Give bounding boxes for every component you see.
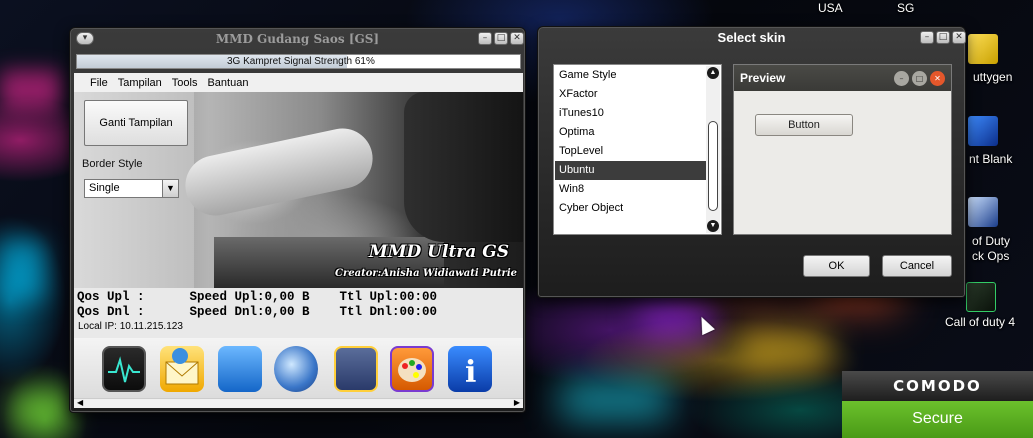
- skin-list[interactable]: Game Style XFactor iTunes10 Optima TopLe…: [553, 64, 722, 235]
- close-icon[interactable]: ✕: [510, 32, 524, 45]
- mmd-title: MMD Gudang Saos [GS]: [215, 32, 380, 46]
- upload-stats: Qos Upl : Speed Upl:0,00 B Ttl Upl:00:00: [77, 290, 438, 304]
- mmd-window: MMD Gudang Saos [GS] ▾ – □ ✕ 3G Kampret …: [69, 27, 526, 413]
- desktop-label-cod4[interactable]: Call of duty 4: [945, 315, 1015, 329]
- scroll-right-icon[interactable]: ▶: [514, 398, 520, 407]
- ok-button[interactable]: OK: [803, 255, 870, 277]
- ganti-tampilan-button[interactable]: Ganti Tampilan: [84, 100, 188, 146]
- preview-close-icon: ✕: [930, 71, 945, 86]
- background-photo: Ganti Tampilan Border Style Single ▼ MMD…: [74, 92, 523, 288]
- preview-sample-button[interactable]: Button: [755, 114, 853, 136]
- minimize-icon[interactable]: –: [478, 32, 492, 45]
- desktop-label-puttygen[interactable]: uttygen: [973, 70, 1012, 84]
- preview-maximize-icon: □: [912, 71, 927, 86]
- skin-item-xfactor[interactable]: XFactor: [555, 85, 706, 104]
- scroll-up-icon[interactable]: ▲: [707, 67, 719, 79]
- dock-scrollbar[interactable]: ◀ ▶: [74, 398, 523, 408]
- comodo-status: Secure: [842, 401, 1033, 438]
- black-ops-icon[interactable]: [968, 197, 998, 227]
- skin-item-win8[interactable]: Win8: [555, 180, 706, 199]
- network-globe-icon[interactable]: [274, 346, 318, 392]
- preview-minimize-icon: –: [894, 71, 909, 86]
- menu-bar: File Tampilan Tools Bantuan: [74, 73, 523, 92]
- border-style-value: Single: [89, 182, 120, 194]
- palette-icon[interactable]: [390, 346, 434, 392]
- desktop-label-usa[interactable]: USA: [818, 1, 843, 15]
- skin-title: Select skin: [717, 30, 786, 45]
- puttygen-icon[interactable]: [968, 34, 998, 64]
- close-icon[interactable]: ✕: [952, 31, 966, 44]
- call-of-duty-4-icon[interactable]: [966, 282, 996, 312]
- wallpaper-glow: [0, 240, 45, 300]
- border-style-select[interactable]: Single ▼: [84, 179, 179, 198]
- local-ip: Local IP: 10.11.215.123: [78, 321, 183, 332]
- skin-item-ubuntu[interactable]: Ubuntu: [555, 161, 706, 180]
- minimize-icon[interactable]: –: [920, 31, 934, 44]
- menu-tools[interactable]: Tools: [172, 77, 198, 89]
- menu-tampilan[interactable]: Tampilan: [118, 77, 162, 89]
- desktop-label-point-blank[interactable]: nt Blank: [969, 152, 1012, 166]
- wallpaper-glow: [10, 390, 70, 430]
- desktop-label-sg[interactable]: SG: [897, 1, 914, 15]
- maximize-icon[interactable]: □: [494, 32, 508, 45]
- app-dock: i ◀ ▶: [74, 338, 523, 408]
- point-blank-icon[interactable]: [968, 116, 998, 146]
- download-stats: Qos Dnl : Speed Dnl:0,00 B Ttl Dnl:00:00: [77, 305, 438, 319]
- info-icon[interactable]: i: [448, 346, 492, 392]
- scroll-left-icon[interactable]: ◀: [77, 398, 83, 407]
- menu-bantuan[interactable]: Bantuan: [207, 77, 248, 89]
- skin-item-game-style[interactable]: Game Style: [555, 66, 706, 85]
- window-menu-icon[interactable]: ▾: [76, 32, 94, 45]
- skin-item-toplevel[interactable]: TopLevel: [555, 142, 706, 161]
- desktop-label-of-duty[interactable]: of Duty: [972, 234, 1010, 248]
- cancel-button[interactable]: Cancel: [882, 255, 952, 277]
- select-skin-window: Select skin – □ ✕ Game Style XFactor iTu…: [537, 26, 966, 298]
- skin-item-itunes10[interactable]: iTunes10: [555, 104, 706, 123]
- notepad-icon[interactable]: [218, 346, 262, 392]
- border-style-label: Border Style: [82, 158, 143, 170]
- connection-stats: Qos Upl : Speed Upl:0,00 B Ttl Upl:00:00…: [74, 288, 523, 338]
- sms-icon[interactable]: [160, 346, 204, 392]
- comodo-brand: COMODO: [842, 371, 1033, 401]
- wallpaper-glow: [740, 330, 830, 370]
- menu-file[interactable]: File: [90, 77, 108, 89]
- comodo-widget[interactable]: COMODO Secure: [842, 371, 1033, 438]
- signal-strength-bar: 3G Kampret Signal Strength 61%: [76, 54, 521, 69]
- scroll-thumb[interactable]: [708, 121, 718, 211]
- photo-figure: [404, 92, 523, 242]
- signal-strength-text: 3G Kampret Signal Strength 61%: [227, 56, 375, 67]
- brand-title: MMD Ultra GS: [368, 242, 509, 262]
- calculator-icon[interactable]: [334, 346, 378, 392]
- skin-item-optima[interactable]: Optima: [555, 123, 706, 142]
- maximize-icon[interactable]: □: [936, 31, 950, 44]
- skin-preview: Preview – □ ✕ Button: [733, 64, 952, 235]
- svg-text:i: i: [465, 355, 476, 390]
- skin-list-scrollbar[interactable]: ▲ ▼: [706, 66, 720, 233]
- chevron-down-icon[interactable]: ▼: [162, 180, 178, 197]
- scroll-down-icon[interactable]: ▼: [707, 220, 719, 232]
- wallpaper-glow: [0, 70, 60, 110]
- brand-creator: Creator:Anisha Widiawati Putrie: [335, 268, 517, 279]
- desktop-label-ck-ops[interactable]: ck Ops: [972, 249, 1009, 263]
- photo-arm: [179, 122, 379, 222]
- skin-item-cyber-object[interactable]: Cyber Object: [555, 199, 706, 218]
- wallpaper-glow: [560, 380, 670, 420]
- monitor-icon[interactable]: [102, 346, 146, 392]
